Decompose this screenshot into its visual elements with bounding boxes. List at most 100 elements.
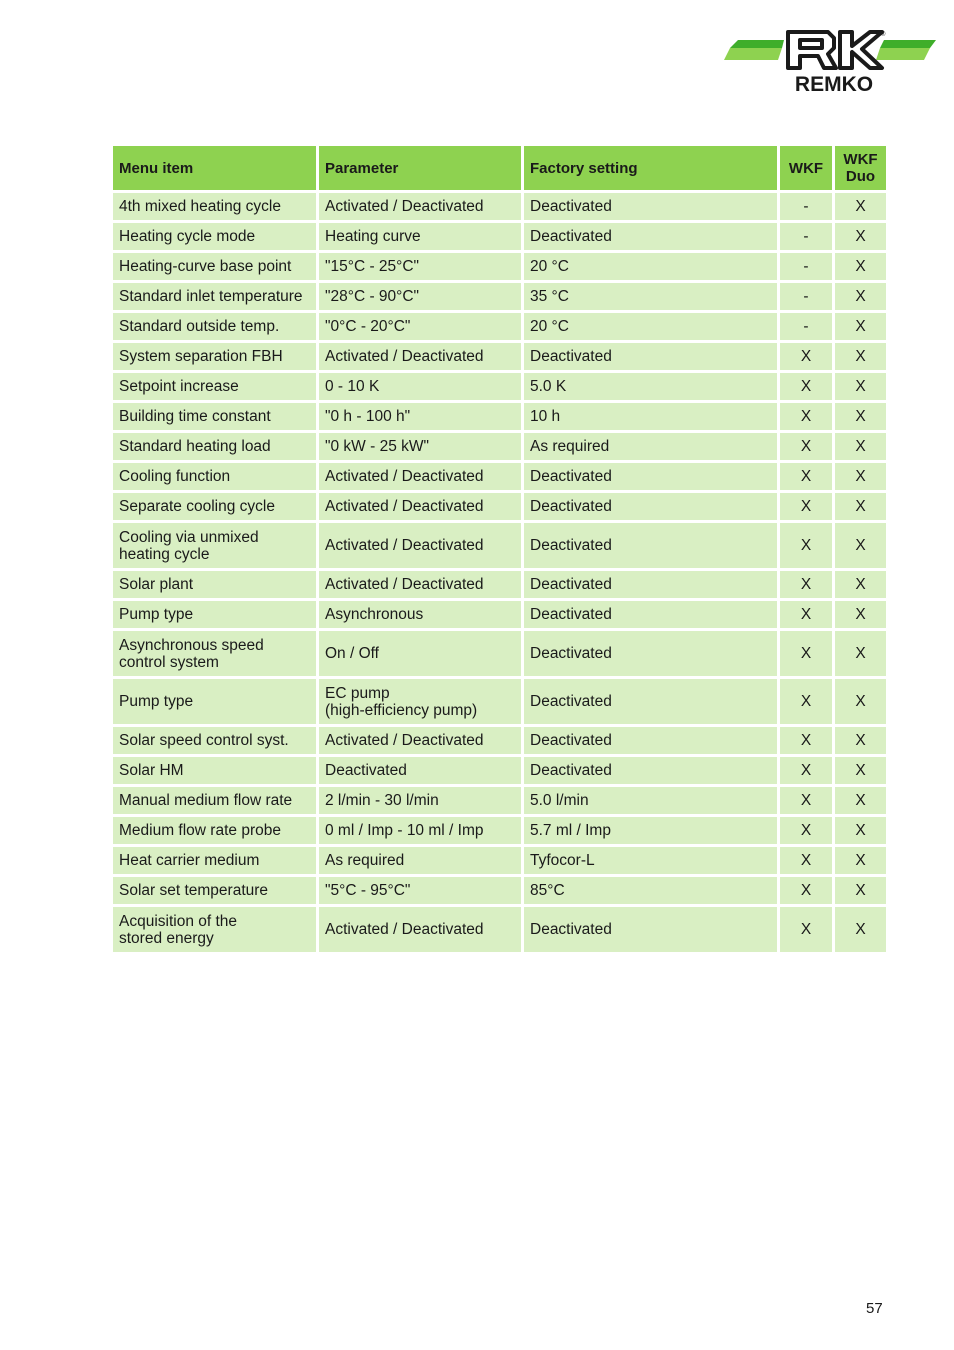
- cell-factory-setting: Deactivated: [524, 601, 777, 628]
- cell-wkf: X: [780, 877, 832, 904]
- cell-wkf-duo: X: [835, 223, 886, 250]
- cell-wkf-duo: X: [835, 601, 886, 628]
- table-row: Setpoint increase 0 - 10 K 5.0 KXX: [113, 373, 886, 400]
- cell-menu-item: Manual medium flow rate: [113, 787, 316, 814]
- cell-wkf-duo: X: [835, 373, 886, 400]
- table-row: Cooling function Activated / Deactivated D…: [113, 463, 886, 490]
- table-row: Acquisition of the stored energy Activate…: [113, 907, 886, 952]
- table-row: Medium flow rate probe 0 ml / Imp - 10 ml…: [113, 817, 886, 844]
- cell-parameter: 0 - 10 K: [319, 373, 521, 400]
- cell-wkf: X: [780, 727, 832, 754]
- cell-parameter: "0 h - 100 h": [319, 403, 521, 430]
- table-header-row: Menu item Parameter Factory setting WKF …: [113, 146, 886, 190]
- cell-parameter: Heating curve: [319, 223, 521, 250]
- cell-menu-item: Medium flow rate probe: [113, 817, 316, 844]
- cell-wkf: X: [780, 403, 832, 430]
- cell-wkf: X: [780, 907, 832, 952]
- cell-factory-setting: Deactivated: [524, 223, 777, 250]
- cell-wkf: X: [780, 631, 832, 676]
- cell-parameter: Activated / Deactivated: [319, 493, 521, 520]
- cell-wkf-duo: X: [835, 907, 886, 952]
- table-row: Cooling via unmixed heating cycle Activat…: [113, 523, 886, 568]
- cell-menu-item: Standard inlet temperature: [113, 283, 316, 310]
- table-row: Pump type Asynchronous Deactivated X X: [113, 601, 886, 628]
- cell-wkf-duo: X: [835, 847, 886, 874]
- cell-factory-setting: Deactivated: [524, 679, 777, 724]
- cell-wkf-duo: X: [835, 787, 886, 814]
- table-row: Standard outside temp. "0°C - 20°C" 20 °C -…: [113, 313, 886, 340]
- header-wkf: WKF: [780, 146, 832, 190]
- cell-parameter: "15°C - 25°C": [319, 253, 521, 280]
- cell-wkf-duo: X: [835, 679, 886, 724]
- cell-factory-setting: Deactivated: [524, 757, 777, 784]
- cell-wkf: X: [780, 757, 832, 784]
- cell-parameter: 2 l/min - 30 l/min: [319, 787, 521, 814]
- cell-wkf: X: [780, 571, 832, 598]
- header-factory-setting: Factory setting: [524, 146, 777, 190]
- cell-factory-setting: 5.0 K: [524, 373, 777, 400]
- cell-menu-item: Cooling function: [113, 463, 316, 490]
- table-row: Separate cooling cycle Activated / Deacti…: [113, 493, 886, 520]
- cell-wkf-duo: X: [835, 817, 886, 844]
- cell-factory-setting: 35 °C: [524, 283, 777, 310]
- cell-wkf: X: [780, 433, 832, 460]
- cell-parameter: "5°C - 95°C": [319, 877, 521, 904]
- cell-parameter: "28°C - 90°C": [319, 283, 521, 310]
- cell-menu-item: Solar set temperature: [113, 877, 316, 904]
- header-wkf-duo: WKF Duo: [835, 146, 886, 190]
- cell-wkf-duo: X: [835, 283, 886, 310]
- cell-wkf: X: [780, 787, 832, 814]
- cell-parameter: Asynchronous: [319, 601, 521, 628]
- cell-menu-item: Cooling via unmixed heating cycle: [113, 523, 316, 568]
- cell-factory-setting: Tyfocor-L: [524, 847, 777, 874]
- parameter-table: Menu item Parameter Factory setting WKF …: [110, 143, 889, 955]
- cell-wkf-duo: X: [835, 631, 886, 676]
- table-row: Solar plant Activated / Deactivated Deacti…: [113, 571, 886, 598]
- cell-factory-setting: 20 °C: [524, 253, 777, 280]
- cell-wkf-duo: X: [835, 253, 886, 280]
- cell-factory-setting: Deactivated: [524, 493, 777, 520]
- cell-wkf-duo: X: [835, 313, 886, 340]
- cell-wkf-duo: X: [835, 757, 886, 784]
- cell-wkf: X: [780, 373, 832, 400]
- remko-logo-icon: ® REMKO: [724, 30, 936, 96]
- cell-wkf-duo: X: [835, 877, 886, 904]
- cell-menu-item: Separate cooling cycle: [113, 493, 316, 520]
- header-menu-item: Menu item: [113, 146, 316, 190]
- cell-wkf-duo: X: [835, 433, 886, 460]
- table-row: Solar speed control syst. Activated / Dea…: [113, 727, 886, 754]
- cell-factory-setting: Deactivated: [524, 193, 777, 220]
- cell-wkf: X: [780, 817, 832, 844]
- cell-wkf-duo: X: [835, 403, 886, 430]
- cell-wkf-duo: X: [835, 571, 886, 598]
- header-parameter: Parameter: [319, 146, 521, 190]
- table-row: Heat carrier medium As required Tyfocor-L X…: [113, 847, 886, 874]
- table-row: Standard inlet temperature "28°C - 90°C" 3…: [113, 283, 886, 310]
- cell-parameter: Activated / Deactivated: [319, 523, 521, 568]
- cell-menu-item: Asynchronous speed control system: [113, 631, 316, 676]
- page-number: 57: [866, 1300, 883, 1317]
- cell-parameter: Activated / Deactivated: [319, 343, 521, 370]
- cell-menu-item: Setpoint increase: [113, 373, 316, 400]
- remko-logo: ® REMKO: [724, 28, 938, 96]
- cell-factory-setting: 5.0 l/min: [524, 787, 777, 814]
- cell-factory-setting: Deactivated: [524, 571, 777, 598]
- cell-parameter: Activated / Deactivated: [319, 571, 521, 598]
- cell-factory-setting: 10 h: [524, 403, 777, 430]
- cell-factory-setting: Deactivated: [524, 463, 777, 490]
- table-row: Pump type EC pump (high-efficiency pump) D…: [113, 679, 886, 724]
- cell-menu-item: Pump type: [113, 601, 316, 628]
- cell-menu-item: Acquisition of the stored energy: [113, 907, 316, 952]
- table-row: Building time constant "0 h - 100 h" 10 hX…: [113, 403, 886, 430]
- cell-wkf: -: [780, 283, 832, 310]
- cell-parameter: Activated / Deactivated: [319, 727, 521, 754]
- cell-parameter: Deactivated: [319, 757, 521, 784]
- cell-wkf-duo: X: [835, 523, 886, 568]
- cell-menu-item: Solar plant: [113, 571, 316, 598]
- cell-menu-item: System separation FBH: [113, 343, 316, 370]
- cell-menu-item: 4th mixed heating cycle: [113, 193, 316, 220]
- cell-menu-item: Standard outside temp.: [113, 313, 316, 340]
- cell-menu-item: Pump type: [113, 679, 316, 724]
- cell-wkf: X: [780, 463, 832, 490]
- cell-wkf-duo: X: [835, 727, 886, 754]
